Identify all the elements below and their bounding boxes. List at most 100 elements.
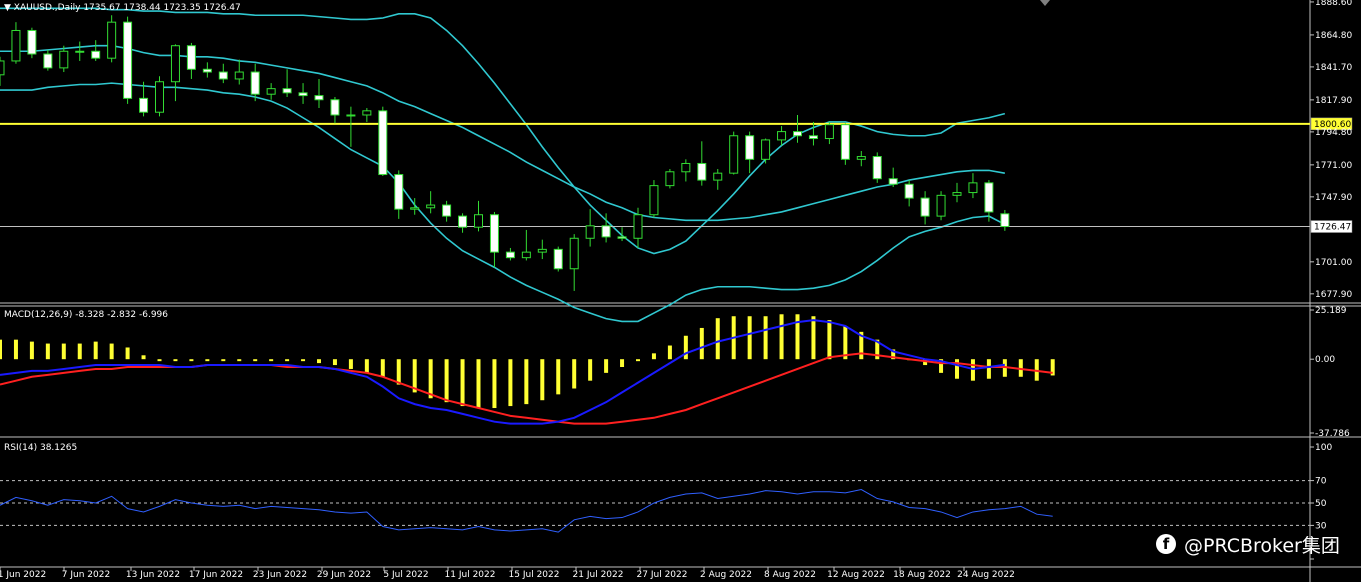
candle-body [808, 135, 818, 140]
candle-body [139, 97, 149, 113]
time-tick-label: 1 Jun 2022 [0, 570, 46, 580]
candle-body [330, 99, 340, 116]
candle-body [904, 183, 914, 199]
time-tick-label: 15 Jul 2022 [509, 570, 560, 580]
macd-histogram-bar [93, 341, 98, 360]
candle-body [856, 156, 866, 160]
macd-histogram-bar [29, 341, 34, 360]
candle-body [920, 197, 930, 217]
macd-histogram-bar [763, 316, 768, 360]
candle-body [681, 162, 691, 173]
candle-body [505, 251, 515, 259]
level-price-label: 1726.47 [1314, 223, 1351, 233]
candle-body [745, 135, 755, 160]
candle-body [75, 50, 85, 53]
candle-body [984, 182, 994, 213]
candle-body [91, 50, 101, 59]
candle-body [186, 45, 196, 70]
macd-histogram-bar [269, 359, 274, 362]
candle-body [155, 81, 164, 113]
candle-body [218, 71, 228, 80]
time-tick-label: 13 Jun 2022 [126, 570, 180, 580]
candle-body [489, 214, 499, 253]
candle-body [840, 124, 850, 160]
macd-histogram-bar [476, 359, 481, 409]
price-tick-label: 1701.00 [1315, 258, 1352, 268]
time-tick-label: 29 Jun 2022 [317, 570, 371, 580]
macd-histogram-bar [492, 359, 497, 409]
macd-tick-label: 0.00 [1315, 355, 1335, 365]
candle-body [43, 53, 53, 69]
ohlc-values: 1735.67 1738.44 1723.35 1726.47 [83, 3, 241, 13]
candle-body [123, 21, 133, 99]
macd-histogram-bar [604, 359, 609, 373]
candle-body [617, 236, 627, 239]
macd-values: -8.328 -2.832 -6.996 [75, 310, 168, 320]
macd-histogram-bar [779, 314, 784, 360]
time-tick-label: 12 Aug 2022 [827, 570, 885, 580]
candle-body [601, 225, 611, 238]
macd-histogram-bar [827, 320, 832, 360]
macd-histogram-bar [715, 318, 720, 360]
time-tick-label: 2 Aug 2022 [700, 570, 752, 580]
macd-histogram-bar [428, 359, 433, 399]
rsi-tick-label: 70 [1315, 477, 1327, 487]
macd-histogram-bar [747, 316, 752, 360]
time-tick-label: 27 Jul 2022 [637, 570, 688, 580]
macd-histogram-bar [364, 359, 369, 373]
candle-body [59, 50, 69, 69]
axes: 1888.60 1864.80 1841.70 1817.90 1794.80 1771.… [0, 0, 1352, 580]
candle-body [633, 214, 643, 239]
candle-body [968, 182, 978, 194]
price-tick-label: 1888.60 [1315, 0, 1352, 8]
rsi-values: 38.1265 [39, 443, 78, 453]
candle-body [314, 95, 324, 101]
macd-histogram-bar [141, 355, 146, 360]
candle-body [1000, 213, 1010, 228]
candlestick-series[interactable] [0, 15, 1010, 291]
macd-histogram-bar [396, 359, 401, 385]
macd-histogram-bar [157, 359, 162, 362]
time-tick-label: 21 Jul 2022 [573, 570, 624, 580]
rsi-tick-label: 50 [1315, 499, 1327, 509]
price-tick-label: 1771.00 [1315, 161, 1352, 171]
macd-histogram-bar [317, 359, 321, 364]
bollinger-lower-line [0, 82, 1006, 323]
candle-body [649, 185, 659, 216]
time-tick-label: 18 Aug 2022 [893, 570, 951, 580]
symbol-label: XAUUSD.,Daily [13, 3, 81, 13]
symbol-header: ▼ XAUUSD.,Daily 1735.67 1738.44 1723.35 … [4, 3, 241, 13]
candle-body [282, 88, 292, 94]
candle-body [777, 131, 787, 141]
candle-body [952, 192, 962, 196]
macd-header: MACD(12,26,9) -8.328 -2.832 -6.996 [4, 310, 168, 320]
candle-body [888, 178, 898, 185]
time-tick-label: 5 Jul 2022 [383, 570, 428, 580]
macd-histogram-bar [61, 343, 66, 360]
macd-histogram-bar [0, 339, 2, 360]
candle-body [458, 215, 468, 228]
candle-body [697, 162, 707, 181]
macd-histogram-bar [301, 359, 306, 362]
rsi-panel [0, 480, 1310, 533]
macd-histogram-bar [380, 359, 385, 377]
candle-body [234, 71, 244, 80]
time-tick-label: 7 Jun 2022 [62, 570, 110, 580]
macd-label: MACD(12,26,9) [4, 310, 73, 320]
macd-histogram-bar [620, 359, 625, 368]
collapse-triangle-icon[interactable]: ▼ [4, 3, 11, 13]
macd-histogram-bar [588, 359, 593, 381]
candle-body [553, 248, 563, 270]
price-tick-label: 1864.80 [1315, 31, 1352, 41]
candle-body [442, 204, 452, 217]
macd-histogram-bar [636, 359, 640, 362]
macd-histogram-bar [205, 359, 210, 362]
candle-body [410, 207, 420, 210]
macd-histogram-bar [77, 343, 82, 360]
candle-body [936, 194, 946, 217]
bollinger-upper-line [0, 7, 1006, 255]
rsi-tick-label: 100 [1315, 443, 1332, 453]
candle-body [426, 204, 436, 209]
candle-body [872, 156, 882, 180]
macd-histogram-bar [109, 343, 114, 360]
